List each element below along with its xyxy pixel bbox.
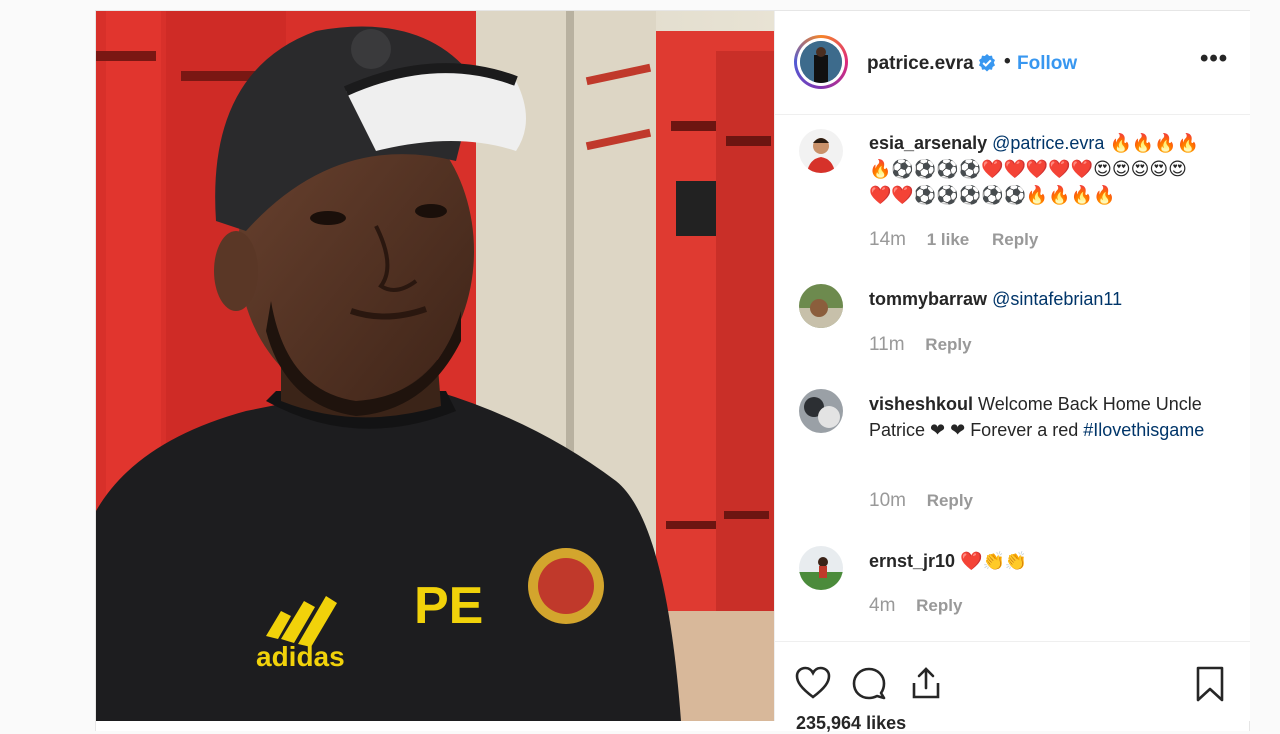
comment-text: visheshkoul Welcome Back Home Uncle Patr… [869,391,1209,443]
svg-text:adidas: adidas [256,641,345,672]
reply-button[interactable]: Reply [916,596,962,615]
comment-meta: 10m Reply [869,490,973,512]
comment-meta: 11m Reply [869,334,972,356]
post-actions [775,641,1250,722]
comment-time[interactable]: 4m [869,595,895,616]
share-icon[interactable] [909,666,943,705]
more-icon[interactable]: ••• [1200,45,1228,73]
jersey-initials: PE [414,577,483,635]
separator-dot: • [1004,51,1011,72]
post-header: patrice.evra • Follow ••• [775,11,1250,115]
comment-content: ❤️👏👏 [955,551,1028,571]
post-card: adidas PE patrice.evra • Follow ••• esia… [95,10,1250,733]
reply-button[interactable]: Reply [925,335,971,354]
bookmark-icon[interactable] [1195,666,1225,707]
commenter-avatar[interactable] [799,284,843,328]
comment-meta: 14m 1 like Reply [869,229,1038,251]
verified-icon [978,54,996,72]
comment-mention[interactable]: @patrice.evra [992,133,1104,153]
comment-text: tommybarraw @sintafebrian11 [869,286,1209,312]
comment-text: esia_arsenaly @patrice.evra 🔥🔥🔥🔥 🔥⚽⚽⚽⚽❤️… [869,130,1209,208]
comment-time[interactable]: 11m [869,334,905,355]
post-photo[interactable]: adidas PE [96,11,774,721]
like-count[interactable]: 235,964 likes [796,713,906,734]
reply-button[interactable]: Reply [992,230,1038,249]
author-username[interactable]: patrice.evra [867,53,974,75]
comment-time[interactable]: 14m [869,229,906,250]
comment-username[interactable]: visheshkoul [869,394,973,414]
selfie-image: adidas PE [96,11,774,721]
comment-icon[interactable] [851,666,887,705]
comment-username[interactable]: esia_arsenaly [869,133,987,153]
commenter-avatar[interactable] [799,389,843,433]
heart-icon[interactable] [795,666,831,705]
comment-hashtag[interactable]: #Ilovethisgame [1083,420,1204,440]
author-avatar[interactable] [794,35,848,89]
comment-text: ernst_jr10 ❤️👏👏 [869,548,1209,574]
comment-username[interactable]: tommybarraw [869,289,987,309]
post-sidebar: patrice.evra • Follow ••• esia_arsenaly … [774,11,1250,733]
reply-button[interactable]: Reply [927,491,973,510]
follow-button[interactable]: Follow [1017,53,1077,75]
comment-time[interactable]: 10m [869,490,906,511]
comment-meta: 4m Reply [869,595,962,617]
comment-mention[interactable]: @sintafebrian11 [992,289,1122,309]
commenter-avatar[interactable] [799,129,843,173]
comment-like-count[interactable]: 1 like [927,230,970,249]
comment-username[interactable]: ernst_jr10 [869,551,955,571]
commenter-avatar[interactable] [799,546,843,590]
